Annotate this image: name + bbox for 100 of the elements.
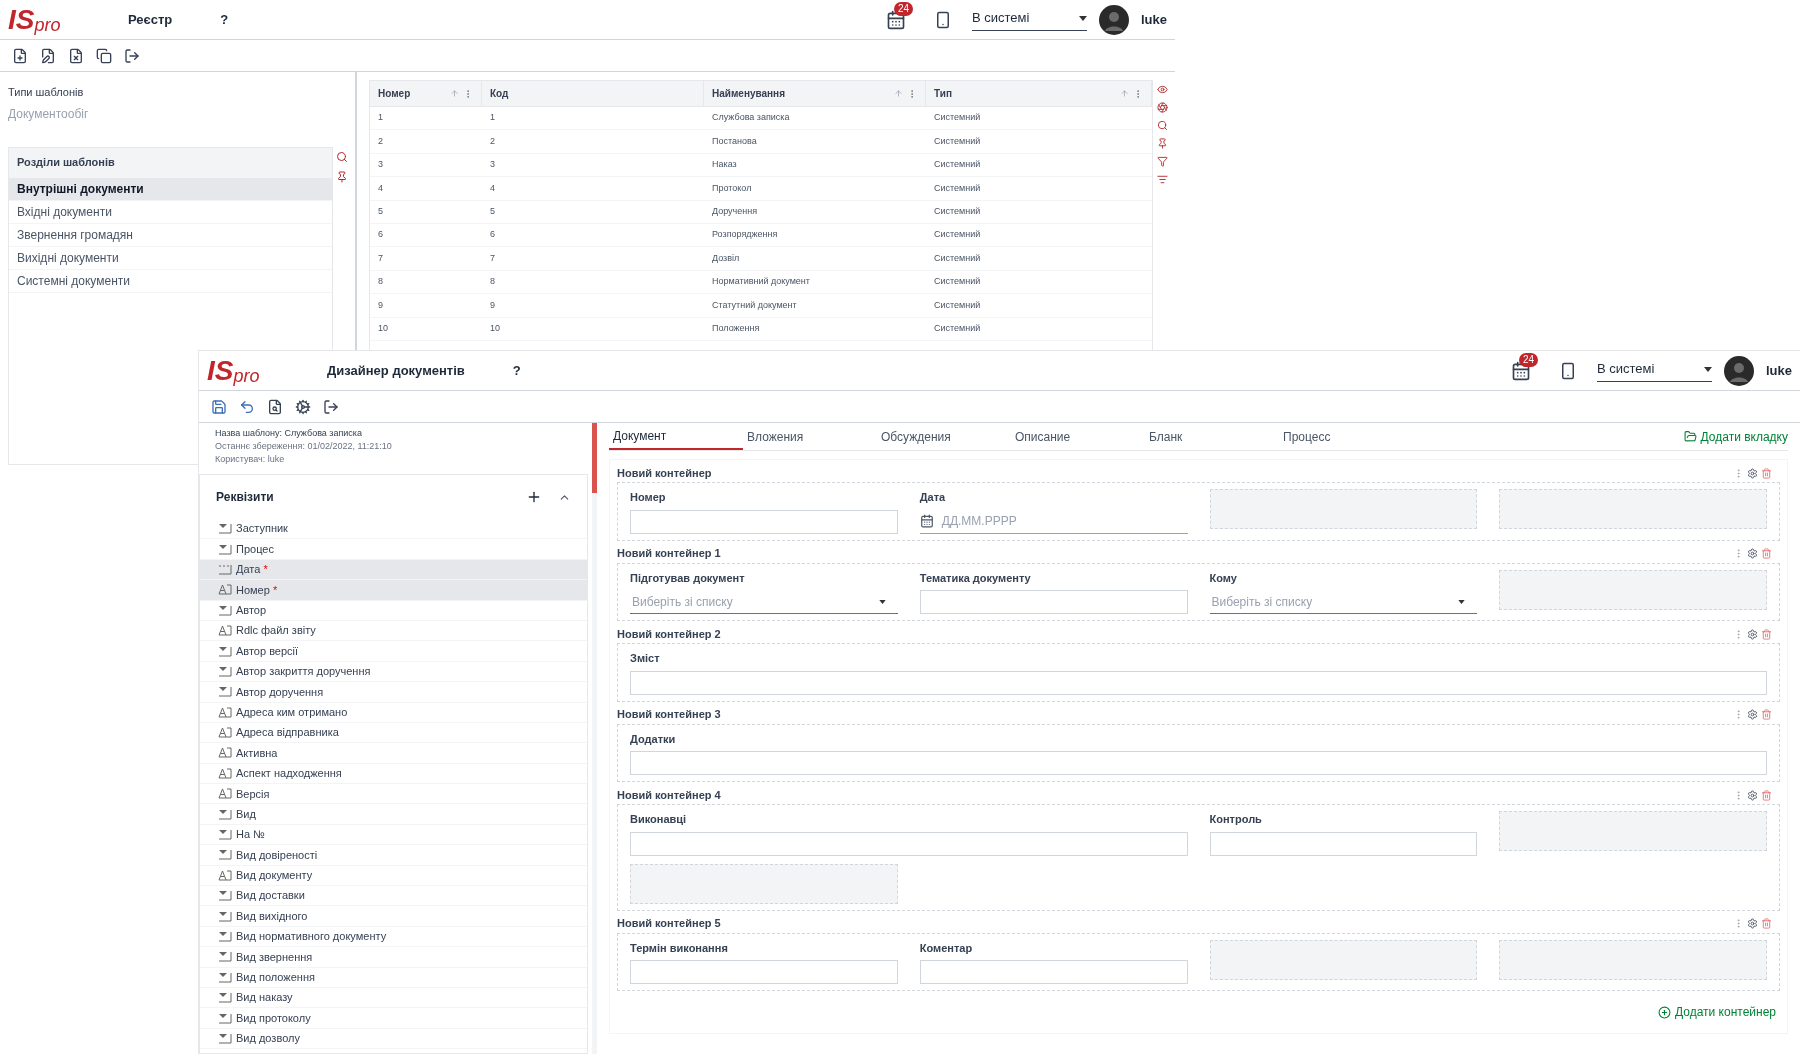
copy-icon[interactable] <box>96 47 112 64</box>
input-field[interactable] <box>919 590 1188 614</box>
settings-icon[interactable] <box>1747 709 1758 720</box>
add-icon[interactable] <box>1658 1005 1671 1019</box>
requisite-item[interactable]: На № <box>200 824 587 846</box>
search-icon[interactable] <box>336 150 348 163</box>
delete-icon[interactable] <box>1761 548 1772 559</box>
input-field[interactable] <box>630 670 1767 695</box>
folder-icon[interactable] <box>1683 430 1697 443</box>
section-item[interactable]: Внутрішні документи <box>9 177 332 201</box>
settings-icon[interactable] <box>1747 548 1758 559</box>
user-name[interactable]: luke <box>1141 9 1167 30</box>
add-icon[interactable] <box>526 489 542 505</box>
requisite-item[interactable]: Аспект надходження <box>200 763 587 785</box>
settings-icon[interactable] <box>1747 467 1758 479</box>
input-field[interactable] <box>1209 831 1478 856</box>
input-field[interactable] <box>630 751 1767 775</box>
requisite-item[interactable]: Адреса ким отримано <box>200 702 587 723</box>
section-item[interactable]: Вихідні документи <box>9 246 332 270</box>
input-field[interactable] <box>630 509 898 534</box>
tab[interactable]: Процесс <box>1279 423 1413 450</box>
status-select[interactable]: В системі <box>1597 359 1712 382</box>
settings-icon[interactable] <box>1747 628 1758 640</box>
requisite-item[interactable]: Вид довіреності <box>200 845 587 866</box>
section-item[interactable]: Вхідні документи <box>9 200 332 224</box>
requisite-item[interactable]: Активна <box>200 743 587 764</box>
search-icon[interactable] <box>1156 120 1168 131</box>
sort-icon[interactable] <box>1156 174 1168 185</box>
table-cell-text: Системний <box>933 181 982 195</box>
requisite-item[interactable]: Вид нормативного документу <box>200 926 587 948</box>
edit-file-icon[interactable] <box>40 47 56 64</box>
avatar[interactable] <box>1724 355 1754 386</box>
requisite-item[interactable]: Вид звернення <box>200 947 587 968</box>
new-file-icon[interactable] <box>12 47 28 64</box>
requisite-item[interactable]: Вид протоколу <box>200 1008 587 1029</box>
input-field[interactable] <box>630 960 898 984</box>
filter-icon[interactable] <box>1156 156 1168 167</box>
requisite-item[interactable]: Версія <box>200 784 587 805</box>
pin-icon[interactable] <box>336 170 348 183</box>
column-header[interactable]: Номер <box>370 81 482 106</box>
aperture-icon[interactable] <box>1156 102 1168 113</box>
delete-icon[interactable] <box>1761 789 1772 801</box>
menu-item[interactable]: ? <box>512 360 521 381</box>
requisite-item[interactable]: Дата * <box>200 559 587 581</box>
avatar[interactable] <box>1099 4 1129 35</box>
settings-icon[interactable] <box>1747 918 1758 929</box>
settings-icon[interactable] <box>1747 789 1758 801</box>
requisite-item[interactable]: Rdlc файл звіту <box>200 620 587 642</box>
save-icon[interactable] <box>211 398 227 415</box>
requisite-item[interactable]: Вид наказу <box>200 988 587 1009</box>
column-header[interactable]: Код <box>482 81 704 106</box>
column-header[interactable]: Тип <box>926 81 1152 106</box>
exit-icon[interactable] <box>323 398 339 415</box>
requisite-item[interactable]: Вид документу <box>200 865 587 887</box>
requisite-item[interactable]: Автор <box>200 600 587 621</box>
text-field-icon <box>218 747 232 759</box>
requisite-item[interactable]: Заступник <box>200 519 587 540</box>
pin-icon[interactable] <box>1156 138 1168 149</box>
preview-icon[interactable] <box>267 398 283 415</box>
tab[interactable]: Описание <box>1011 423 1145 450</box>
requisite-item[interactable]: Вид положення <box>200 967 587 988</box>
delete-icon[interactable] <box>1761 709 1772 720</box>
column-header[interactable]: Найменування <box>704 81 926 106</box>
exit-icon[interactable] <box>124 47 140 64</box>
phone-icon[interactable] <box>1559 361 1577 380</box>
delete-file-icon[interactable] <box>68 47 84 64</box>
requisite-item[interactable]: Автор закриття доручення <box>200 661 587 683</box>
add-container-link[interactable]: Додати контейнер <box>1658 1003 1776 1021</box>
requisite-item[interactable]: Автор версії <box>200 641 587 662</box>
section-item[interactable]: Системні документи <box>9 269 332 293</box>
delete-icon[interactable] <box>1761 918 1772 929</box>
section-item[interactable]: Звернення громадян <box>9 223 332 247</box>
phone-icon[interactable] <box>934 10 952 29</box>
tab[interactable]: Бланк <box>1145 423 1279 450</box>
user-name[interactable]: luke <box>1766 360 1792 381</box>
undo-icon[interactable] <box>239 398 255 415</box>
requisite-item[interactable]: Вид доставки <box>200 886 587 907</box>
settings-icon[interactable] <box>295 398 311 415</box>
requisite-item[interactable]: Вид <box>200 804 587 825</box>
delete-icon[interactable] <box>1761 628 1772 640</box>
add-tab-link[interactable]: Додати вкладку <box>1683 427 1788 446</box>
table-cell-text: Системний <box>933 321 982 335</box>
tab[interactable]: Вложения <box>743 423 877 450</box>
delete-icon[interactable] <box>1761 467 1772 479</box>
menu-item[interactable]: Дизайнер документів <box>327 360 465 381</box>
tab[interactable]: Обсуждения <box>877 423 1011 450</box>
requisite-item[interactable]: Автор доручення <box>200 682 587 703</box>
view-icon[interactable] <box>1156 84 1168 95</box>
requisite-item[interactable]: Вид дозволу <box>200 1028 587 1050</box>
requisite-item[interactable]: Процес <box>200 539 587 560</box>
tab[interactable]: Документ <box>609 423 743 450</box>
input-field[interactable] <box>630 831 1188 856</box>
requisite-item[interactable]: Адреса відправника <box>200 722 587 744</box>
requisite-item[interactable]: Номер * <box>200 580 587 601</box>
status-select[interactable]: В системі <box>972 8 1087 31</box>
menu-item[interactable]: Реєстр <box>128 9 173 30</box>
calendar-icon[interactable] <box>919 514 934 528</box>
requisite-item[interactable]: Вид вихідного <box>200 906 587 927</box>
menu-item[interactable]: ? <box>220 9 229 30</box>
input-field[interactable] <box>919 960 1188 984</box>
